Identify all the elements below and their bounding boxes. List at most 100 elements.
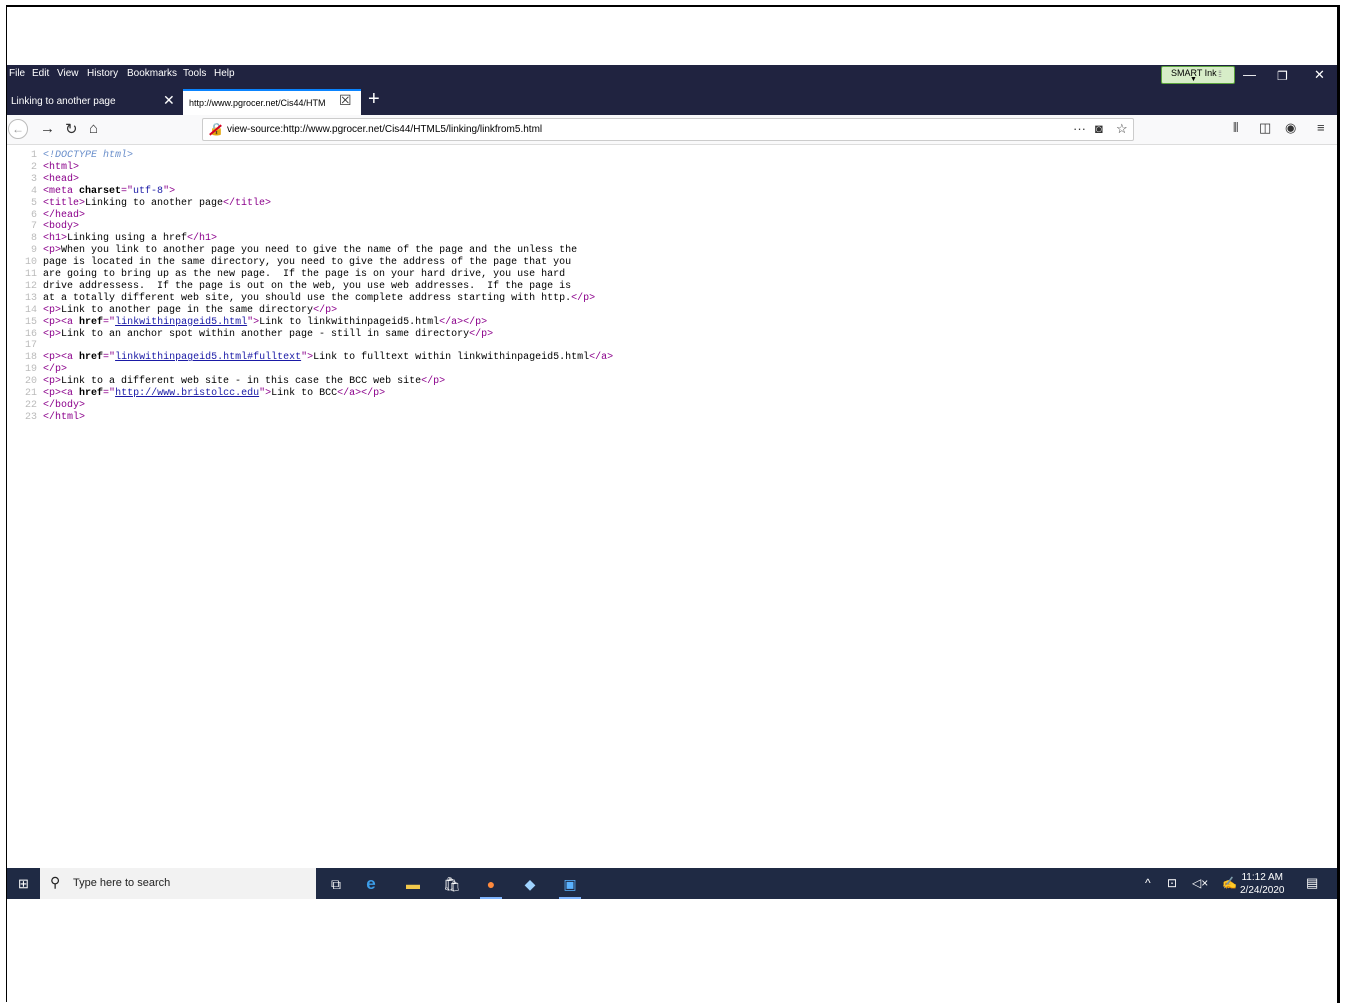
source-code: <p>Link to a different web site - in thi… — [43, 376, 446, 388]
source-code: drive addressess. If the page is out on … — [43, 280, 572, 292]
tab-close-icon[interactable]: ☒ — [339, 92, 352, 109]
pen-icon[interactable]: ✍ — [1222, 876, 1237, 890]
source-line: 6 </head> — [7, 210, 85, 222]
menu-file[interactable]: File — [9, 68, 25, 79]
line-number: 3 — [30, 173, 37, 185]
smart-ink-dropdown-icon: ▼ — [1190, 76, 1197, 83]
sidebar-icon[interactable]: ◫ — [1259, 120, 1271, 136]
line-number: 15 — [24, 316, 37, 328]
line-number: 17 — [24, 340, 37, 352]
line-number: 8 — [30, 233, 37, 245]
source-line: 13 at a totally different web site, you s… — [7, 293, 595, 305]
url-text[interactable]: view-source:http://www.pgrocer.net/Cis44… — [227, 124, 542, 135]
smart-ink-toolbar[interactable]: SMART Ink ▼ ⁞⁞ — [1161, 66, 1235, 84]
windows-start-icon[interactable]: ⊞ — [18, 876, 29, 892]
source-line: 18 <p><a href="linkwithinpageid5.html#ful… — [7, 352, 613, 364]
line-number: 23 — [24, 411, 37, 423]
grip-icon: ⁞⁞ — [1218, 69, 1222, 79]
navigation-toolbar: ← → ↻ ⌂ 🔒 view-source:http://www.pgrocer… — [7, 115, 1337, 145]
line-number: 4 — [30, 185, 37, 197]
line-number: 5 — [30, 197, 37, 209]
tab-view-source[interactable]: http://www.pgrocer.net/Cis44/HTM ☒ — [183, 89, 361, 115]
clock-date: 2/24/2020 — [1240, 885, 1285, 896]
source-code: <p>When you link to another page you nee… — [43, 245, 578, 257]
source-code: <html> — [43, 161, 80, 173]
source-line: 22 </body> — [7, 400, 85, 412]
file-explorer-icon[interactable]: ▬ — [402, 873, 424, 895]
menu-view[interactable]: View — [57, 68, 79, 79]
line-number: 13 — [24, 292, 37, 304]
source-code: </html> — [43, 411, 86, 423]
source-code: </head> — [43, 209, 86, 221]
forward-button[interactable]: → — [40, 120, 55, 137]
page-actions-icon[interactable]: ··· — [1073, 121, 1086, 136]
source-line: 9 <p>When you link to another page you ne… — [7, 245, 577, 257]
firefox-icon[interactable]: ● — [480, 873, 502, 899]
source-code: <!DOCTYPE html> — [43, 150, 134, 161]
action-center-icon[interactable]: ▤ — [1306, 875, 1318, 891]
line-number: 7 — [30, 221, 37, 233]
minimize-button[interactable]: — — [1243, 67, 1256, 82]
source-line: 12 drive addressess. If the page is out o… — [7, 281, 571, 293]
app-icon[interactable]: ◆ — [519, 873, 541, 895]
source-line: 8 <h1>Linking using a href</h1> — [7, 233, 217, 245]
menu-help[interactable]: Help — [214, 68, 235, 79]
menu-history[interactable]: History — [87, 68, 118, 79]
line-number: 20 — [24, 376, 37, 388]
line-number: 21 — [24, 388, 37, 399]
menu-edit[interactable]: Edit — [32, 68, 49, 79]
volume-muted-icon[interactable]: ◁× — [1192, 876, 1208, 890]
line-number: 11 — [24, 269, 37, 280]
source-line: 1 <!DOCTYPE html> — [7, 150, 133, 162]
store-icon[interactable]: 🛍 — [441, 873, 463, 895]
tab-linking-page[interactable]: Linking to another page ✕ — [7, 87, 179, 115]
line-number: 1 — [30, 150, 37, 161]
source-line: 14 <p>Link to another page in the same di… — [7, 305, 337, 317]
tab-title: Linking to another page — [11, 96, 116, 107]
source-code: <p><a href="linkwithinpageid5.html">Link… — [43, 316, 488, 328]
task-view-icon[interactable]: ⧉ — [325, 873, 347, 895]
reload-button[interactable]: ↻ — [65, 120, 78, 138]
new-tab-button[interactable]: + — [368, 88, 380, 111]
line-number: 2 — [30, 161, 37, 173]
tab-strip: Linking to another page ✕ http://www.pgr… — [7, 87, 1337, 115]
system-clock[interactable]: 11:12 AM 2/24/2020 — [1240, 871, 1285, 897]
source-code: <p><a href="http://www.bristolcc.edu">Li… — [43, 388, 386, 399]
source-code: <p>Link to an anchor spot within another… — [43, 328, 494, 340]
source-line: 20 <p>Link to a different web site - in t… — [7, 376, 445, 388]
close-window-button[interactable]: ✕ — [1314, 67, 1325, 83]
source-line: 23 </html> — [7, 412, 85, 424]
screenshot-right-border — [1337, 6, 1340, 1003]
source-line: 2 <html> — [7, 162, 79, 174]
source-code: are going to bring up as the new page. I… — [43, 269, 566, 280]
source-code: page is located in the same directory, y… — [43, 257, 572, 269]
account-icon[interactable]: ◉ — [1285, 120, 1296, 136]
source-line: 15 <p><a href="linkwithinpageid5.html">Li… — [7, 317, 487, 329]
smart-notebook-icon[interactable]: ▣ — [559, 873, 581, 899]
network-icon[interactable]: ⊡ — [1167, 876, 1177, 890]
source-line: 17 — [7, 340, 43, 352]
edge-browser-icon[interactable]: e — [360, 873, 382, 895]
source-code: </body> — [43, 399, 86, 411]
hamburger-menu-icon[interactable]: ≡ — [1317, 120, 1325, 135]
source-code: <p>Link to another page in the same dire… — [43, 304, 338, 316]
url-bar[interactable]: 🔒 view-source:http://www.pgrocer.net/Cis… — [202, 118, 1134, 141]
line-number: 16 — [24, 328, 37, 340]
menu-tools[interactable]: Tools — [183, 68, 206, 79]
home-button[interactable]: ⌂ — [89, 120, 98, 137]
tab-title: http://www.pgrocer.net/Cis44/HTM — [189, 98, 326, 108]
tab-close-icon[interactable]: ✕ — [163, 92, 175, 109]
show-hidden-icons[interactable]: ^ — [1145, 876, 1151, 890]
source-line: 3 <head> — [7, 174, 79, 186]
taskbar-search-box[interactable]: ⚲ Type here to search — [40, 868, 316, 899]
bookmark-star-icon[interactable]: ☆ — [1116, 121, 1128, 137]
search-placeholder: Type here to search — [73, 877, 171, 889]
library-icon[interactable]: ⫴ — [1233, 120, 1238, 136]
menu-bookmarks[interactable]: Bookmarks — [127, 68, 177, 79]
insecure-connection-icon[interactable]: 🔒 — [209, 122, 224, 136]
restore-button[interactable]: ❐ — [1277, 69, 1288, 83]
line-number: 9 — [30, 245, 37, 257]
back-button[interactable]: ← — [8, 119, 28, 139]
pocket-icon[interactable]: ◙ — [1095, 121, 1103, 136]
clock-time: 11:12 AM — [1241, 872, 1283, 883]
